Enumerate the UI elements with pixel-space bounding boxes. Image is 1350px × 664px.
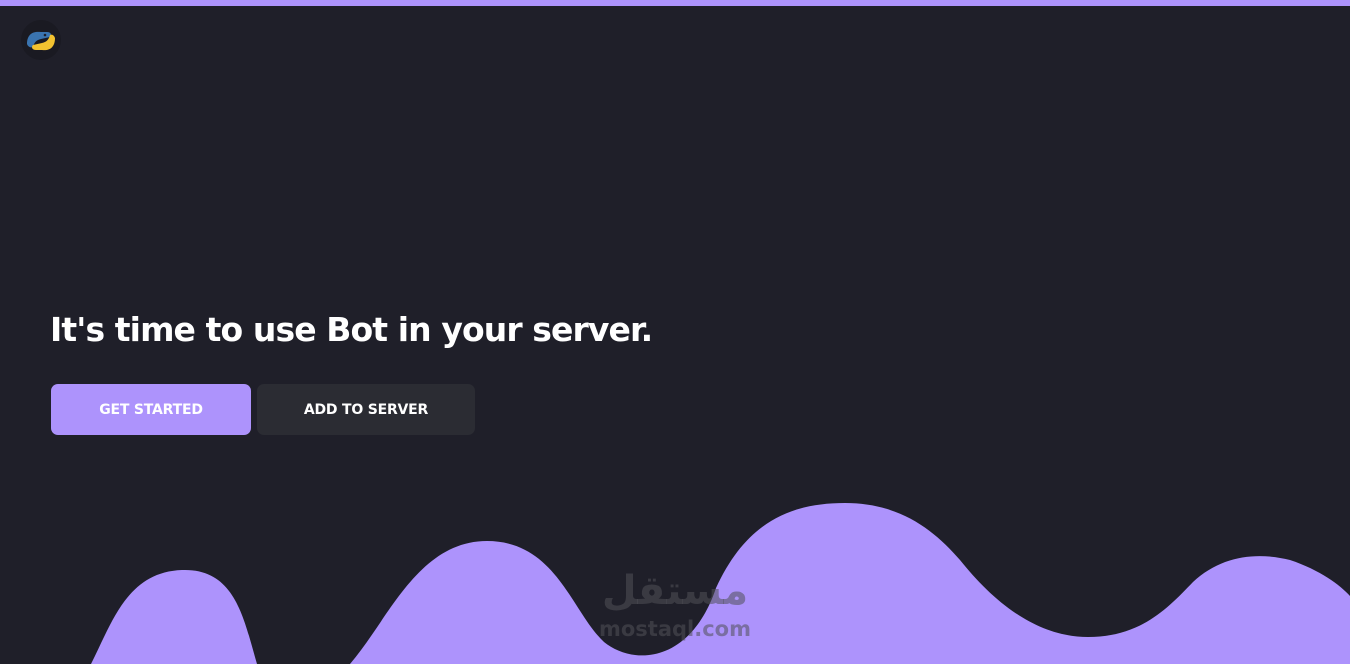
wave-decoration [91,503,1350,664]
